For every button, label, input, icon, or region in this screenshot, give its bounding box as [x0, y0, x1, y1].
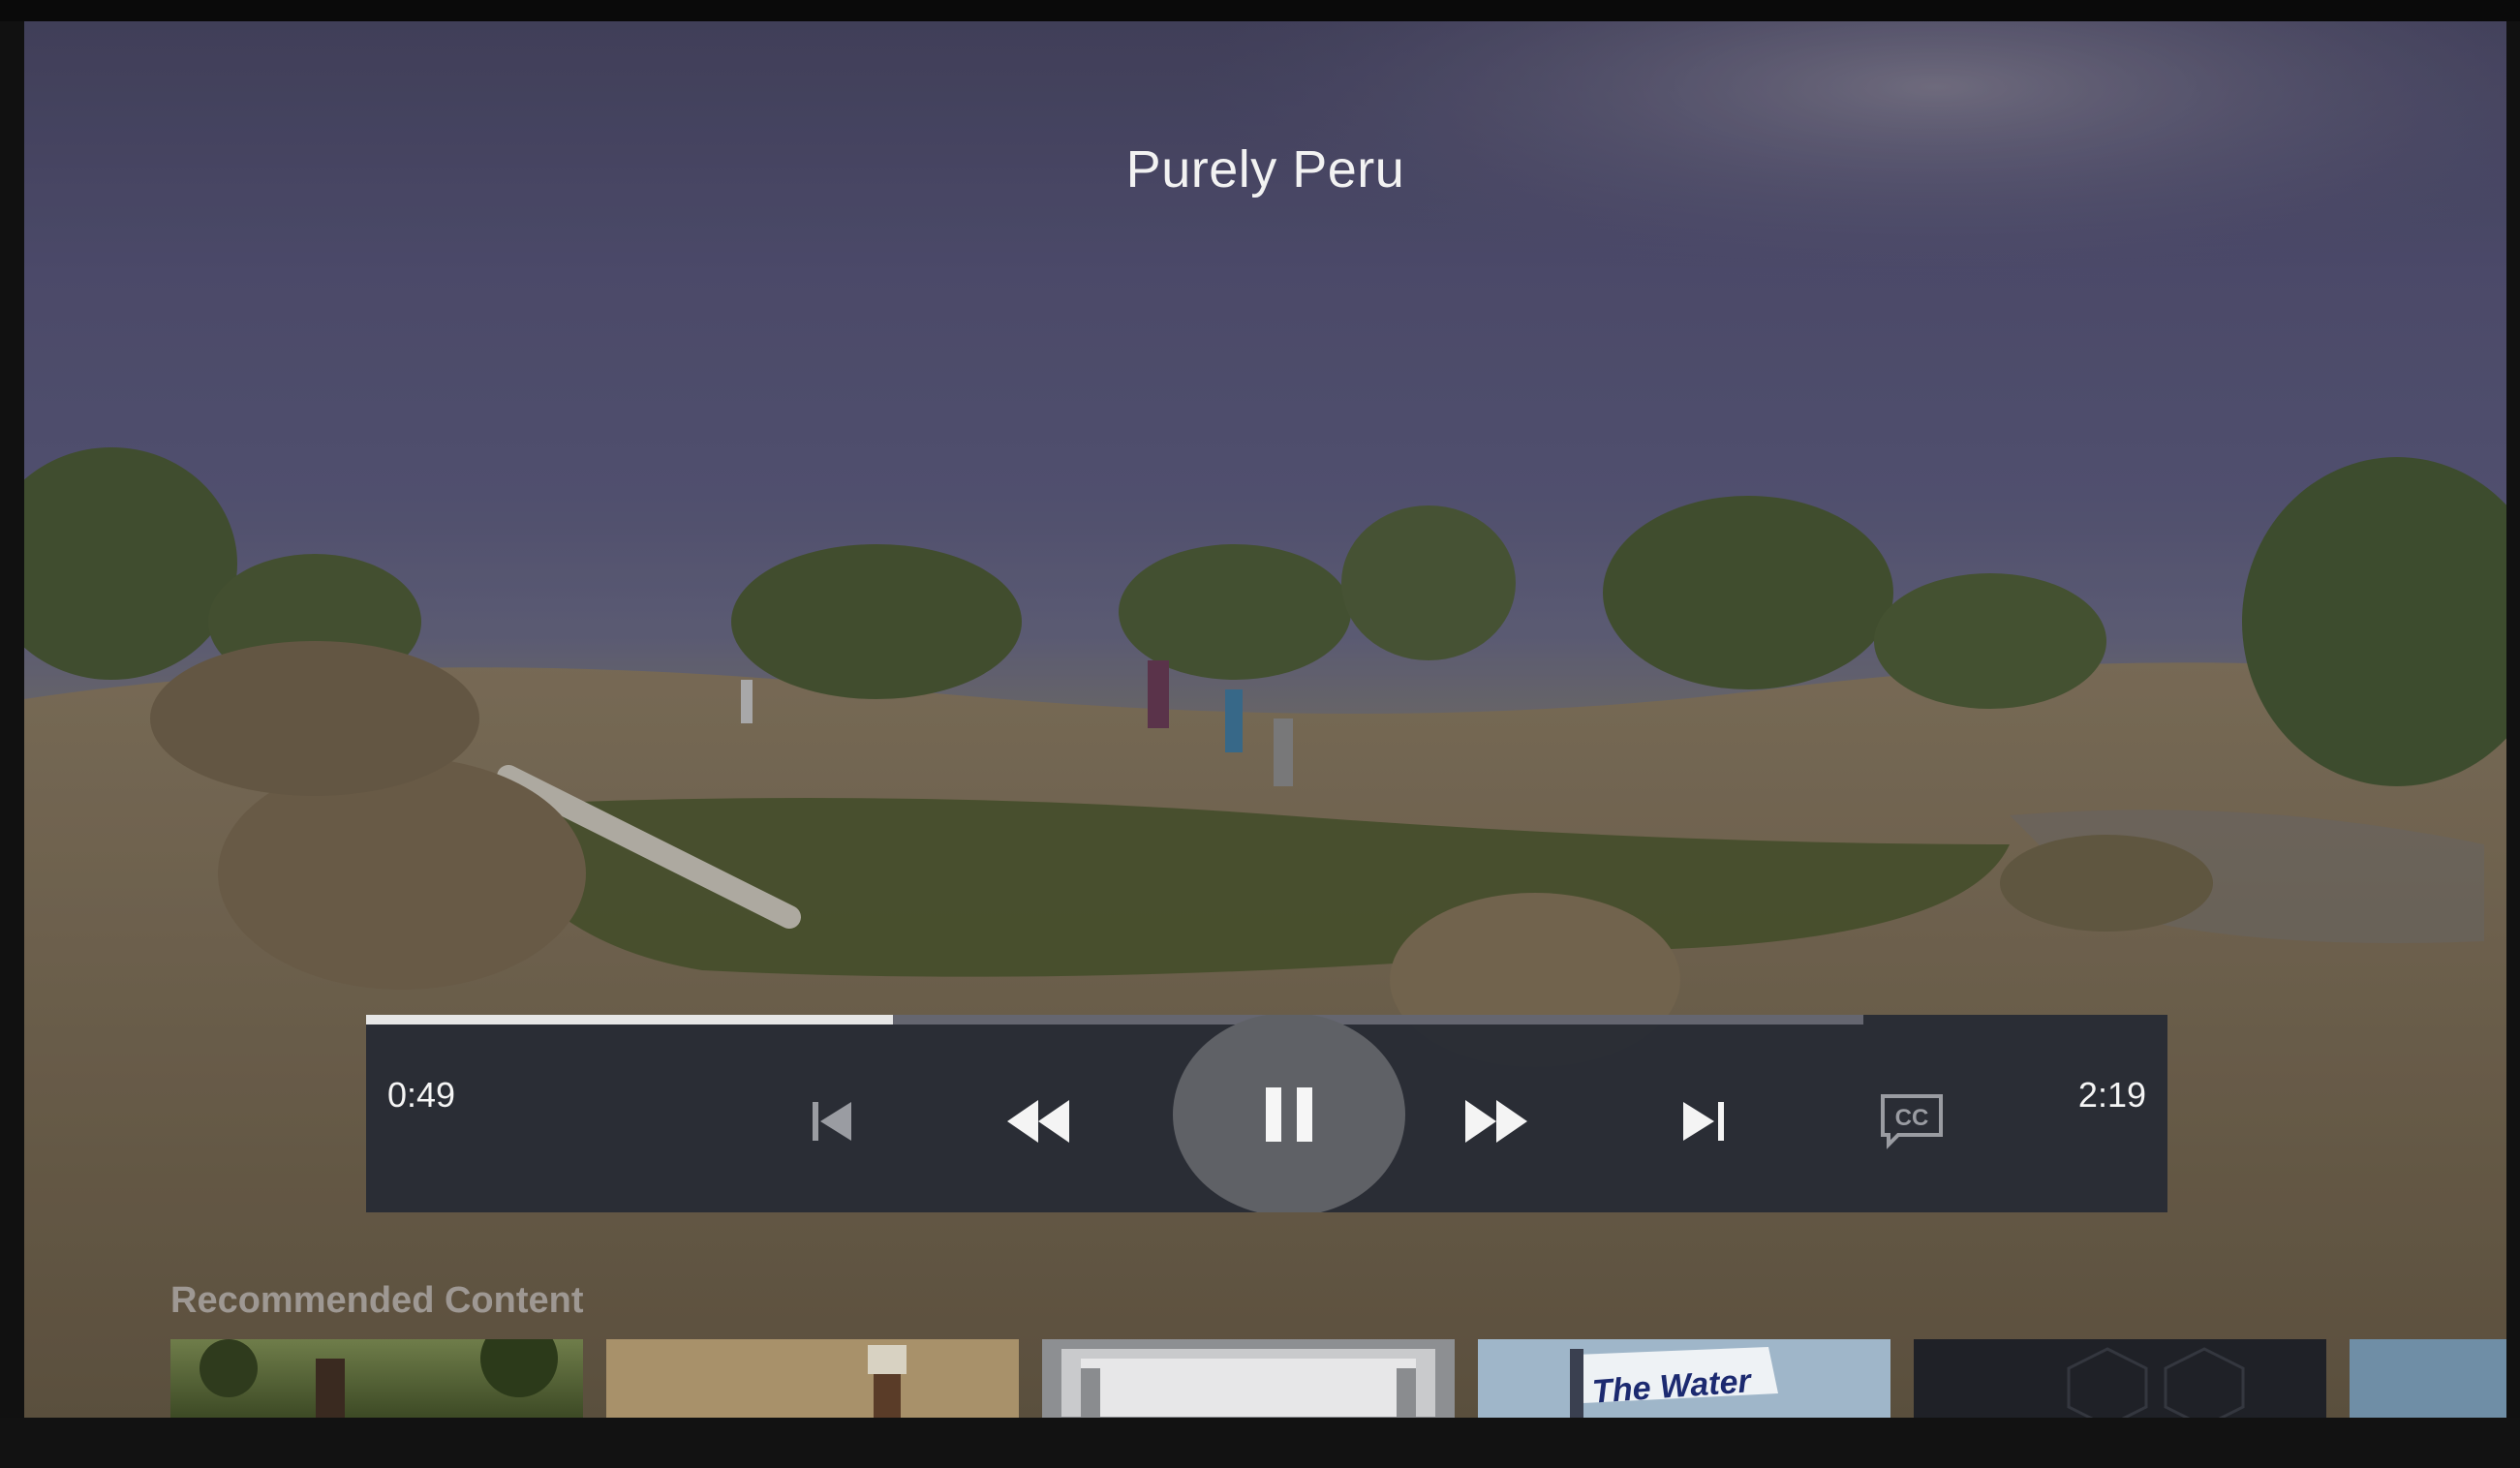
fast-forward-icon — [1465, 1100, 1527, 1143]
recommended-item[interactable] — [1042, 1339, 1455, 1418]
recommended-item[interactable]: The Water — [1478, 1339, 1890, 1418]
thumbnail-image — [868, 1345, 907, 1418]
recommended-item[interactable] — [1914, 1339, 2326, 1418]
captions-label: CC — [1895, 1105, 1929, 1131]
thumbnail-image — [200, 1339, 558, 1418]
thumbnail-image — [1061, 1349, 1435, 1418]
recommended-item[interactable] — [2350, 1339, 2506, 1418]
top-edge — [0, 0, 2520, 21]
thumbnail-image — [2067, 1347, 2245, 1418]
recommended-heading: Recommended Content — [170, 1280, 584, 1321]
player-controls: 0:49 2:19 CC — [366, 1015, 2167, 1212]
fast-forward-button[interactable] — [1458, 1083, 1535, 1160]
recommended-item[interactable] — [170, 1339, 583, 1418]
skip-next-button[interactable] — [1666, 1083, 1743, 1160]
pause-icon — [1266, 1087, 1312, 1142]
closed-captions-icon: CC — [1881, 1094, 1943, 1149]
video-title: Purely Peru — [1125, 140, 1405, 199]
bottom-edge — [0, 1418, 2520, 1468]
recommended-item[interactable] — [606, 1339, 1019, 1418]
closed-captions-button[interactable]: CC — [1873, 1083, 1951, 1160]
skip-next-icon — [1683, 1102, 1724, 1141]
app-window: Purely Peru 0:49 2:19 CC Recommended Con… — [0, 0, 2520, 1468]
video-viewport[interactable]: Purely Peru 0:49 2:19 CC Recommended Con… — [24, 21, 2506, 1418]
pause-button[interactable] — [1173, 1015, 1405, 1212]
